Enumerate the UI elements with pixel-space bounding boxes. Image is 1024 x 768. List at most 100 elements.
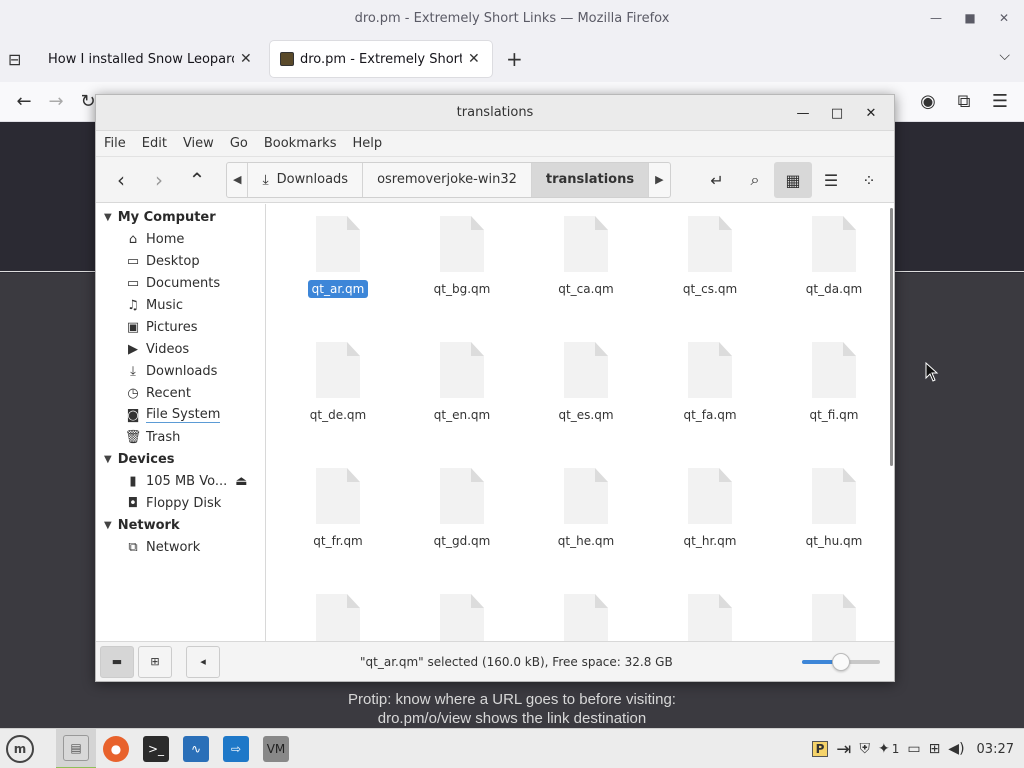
taskbar-vm-app[interactable]: VM (256, 729, 296, 768)
sidebar-item-recent[interactable]: ◷ Recent (96, 382, 265, 404)
collapse-triangle-icon[interactable]: ▼ (104, 212, 112, 223)
taskbar-firefox[interactable]: ● (96, 729, 136, 768)
file-item[interactable] (400, 590, 524, 642)
sidebar-item-volume[interactable]: ▮ 105 MB Vo... ⏏ (96, 470, 265, 492)
file-view[interactable]: qt_ar.qm qt_bg.qm qt_ca.qm qt_cs.qm qt_da.qm… (266, 204, 894, 642)
menu-icon[interactable]: ☰ (984, 91, 1016, 112)
file-item[interactable]: qt_ca.qm (524, 212, 648, 338)
collapse-triangle-icon[interactable]: ▼ (104, 520, 112, 531)
file-item[interactable] (524, 590, 648, 642)
tab-close-icon[interactable]: ✕ (468, 51, 480, 67)
extensions-icon[interactable]: ⧉ (948, 91, 980, 112)
file-item[interactable]: qt_gd.qm (400, 464, 524, 590)
file-item[interactable]: qt_he.qm (524, 464, 648, 590)
path-segment-osremoverjoke[interactable]: osremoverjoke-win32 (363, 162, 532, 197)
hide-sidebar-icon[interactable]: ◂ (186, 645, 220, 678)
sidebar-item-desktop[interactable]: ▭ Desktop (96, 250, 265, 272)
sidebar-heading-devices[interactable]: ▼ Devices (96, 448, 265, 470)
file-item[interactable] (276, 590, 400, 642)
forward-icon[interactable]: → (40, 91, 72, 112)
collapse-triangle-icon[interactable]: ▼ (104, 454, 112, 465)
menu-bookmarks[interactable]: Bookmarks (264, 136, 337, 151)
back-icon[interactable]: ← (8, 91, 40, 112)
search-icon[interactable]: ⌕ (736, 162, 774, 198)
sidebar-item-pictures[interactable]: ▣ Pictures (96, 316, 265, 338)
treeview-toggle-icon[interactable]: ⊞ (138, 645, 172, 678)
file-item[interactable]: qt_fi.qm (772, 338, 894, 464)
file-item[interactable]: qt_bg.qm (400, 212, 524, 338)
zoom-slider[interactable] (802, 653, 880, 671)
file-item[interactable]: qt_fr.qm (276, 464, 400, 590)
list-view-icon[interactable]: ☰ (812, 162, 850, 198)
menu-go[interactable]: Go (230, 136, 248, 151)
sidebar-item-floppy[interactable]: ◘ Floppy Disk (96, 492, 265, 514)
file-item[interactable] (772, 590, 894, 642)
file-item[interactable]: qt_es.qm (524, 338, 648, 464)
file-item[interactable]: qt_de.qm (276, 338, 400, 464)
sidebar-heading-my-computer[interactable]: ▼ My Computer (96, 206, 265, 228)
file-item[interactable]: qt_cs.qm (648, 212, 772, 338)
close-icon[interactable]: ✕ (854, 106, 888, 121)
file-item[interactable]: qt_hu.qm (772, 464, 894, 590)
back-icon[interactable]: ‹ (102, 162, 140, 198)
sidebar-heading-network[interactable]: ▼ Network (96, 514, 265, 536)
sidebar-item-downloads[interactable]: ⤓ Downloads (96, 360, 265, 382)
network-icon[interactable]: ⊞ (929, 741, 941, 757)
scrollbar[interactable] (890, 208, 893, 466)
file-item[interactable]: qt_hr.qm (648, 464, 772, 590)
login-icon[interactable]: ⇥ (836, 739, 851, 760)
path-right-arrow-icon[interactable]: ▶ (649, 163, 669, 197)
sidebar-item-home[interactable]: ⌂ Home (96, 228, 265, 250)
pin-app-icon[interactable]: P (811, 741, 829, 757)
icon-view-icon[interactable]: ▦ (774, 162, 812, 198)
maximize-icon[interactable]: ■ (958, 11, 982, 25)
file-item[interactable]: qt_ar.qm (276, 212, 400, 338)
close-icon[interactable]: ✕ (992, 11, 1016, 25)
menu-edit[interactable]: Edit (142, 136, 167, 151)
menu-help[interactable]: Help (352, 136, 382, 151)
forward-icon[interactable]: › (140, 162, 178, 198)
tab-close-icon[interactable]: ✕ (240, 51, 252, 67)
file-item[interactable] (648, 590, 772, 642)
path-segment-downloads[interactable]: ⤓ Downloads (248, 162, 364, 197)
path-left-arrow-icon[interactable]: ◀ (227, 162, 249, 197)
places-toggle-icon[interactable]: ▬ (100, 645, 134, 678)
tab-snow-leopard[interactable]: How I installed Snow Leopard v ✕ (38, 41, 264, 77)
minimize-icon[interactable]: — (786, 106, 820, 121)
new-tab-icon[interactable]: + (506, 47, 523, 71)
maximize-icon[interactable]: □ (820, 106, 854, 121)
eject-icon[interactable]: ⏏ (235, 474, 247, 489)
sidebar-item-videos[interactable]: ▶ Videos (96, 338, 265, 360)
sidebar-item-file-system[interactable]: ◙ File System (96, 404, 265, 426)
taskbar-terminal[interactable]: >_ (136, 729, 176, 768)
notification-icon[interactable]: ✦ (878, 741, 890, 757)
shield-icon[interactable]: ⛨ (859, 741, 870, 757)
file-item[interactable]: qt_en.qm (400, 338, 524, 464)
path-segment-translations[interactable]: translations (531, 162, 650, 197)
account-icon[interactable]: ◉ (912, 91, 944, 112)
taskbar-file-manager[interactable]: ▤ (56, 728, 96, 768)
file-item[interactable]: qt_fa.qm (648, 338, 772, 464)
list-all-tabs-icon[interactable]: ⌵ (999, 48, 1010, 64)
taskbar-remote-app[interactable]: ⇨ (216, 729, 256, 768)
file-item[interactable]: qt_da.qm (772, 212, 894, 338)
menu-file[interactable]: File (104, 136, 126, 151)
volume-icon[interactable]: ◀) (948, 741, 964, 757)
mint-menu-icon[interactable]: m (0, 729, 40, 768)
clock[interactable]: 03:27 (977, 742, 1014, 757)
sidebar-item-documents[interactable]: ▭ Documents (96, 272, 265, 294)
tab-list-icon[interactable]: ⊟ (8, 50, 38, 69)
minimize-icon[interactable]: — (924, 11, 948, 25)
menu-view[interactable]: View (183, 136, 214, 151)
sidebar-heading-label: My Computer (117, 209, 216, 225)
up-icon[interactable]: ⌃ (178, 162, 216, 198)
zoom-slider-knob[interactable] (832, 653, 850, 671)
tab-dro-pm[interactable]: dro.pm - Extremely Short Li ✕ (270, 41, 492, 77)
sidebar-item-trash[interactable]: 🗑 Trash (96, 426, 265, 448)
toggle-location-icon[interactable]: ↵ (698, 162, 736, 198)
taskbar-system-monitor[interactable]: ∿ (176, 729, 216, 768)
sidebar-item-network[interactable]: ⧉ Network (96, 536, 265, 558)
display-icon[interactable]: ▭ (907, 741, 920, 757)
sidebar-item-music[interactable]: ♫ Music (96, 294, 265, 316)
compact-view-icon[interactable]: ⁘ (850, 162, 888, 198)
